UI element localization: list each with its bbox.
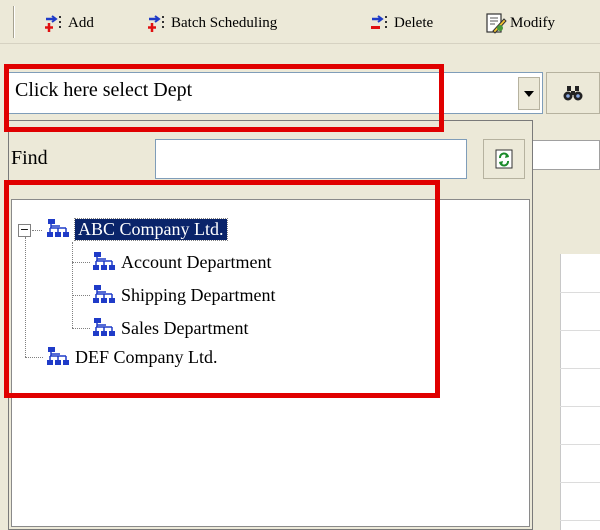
find-input[interactable] <box>155 139 467 179</box>
modify-button[interactable]: Modify <box>484 12 555 34</box>
grid-row-line <box>560 444 600 445</box>
modify-button-label: Modify <box>510 14 555 31</box>
tree-line <box>25 237 26 357</box>
tree-node-company[interactable]: ABC Company Ltd. <box>46 217 228 241</box>
dropdown-arrow-button[interactable] <box>518 77 540 110</box>
tree-node-label: Account Department <box>121 251 272 272</box>
refresh-button[interactable] <box>483 139 525 179</box>
dept-tree[interactable]: − ABC Company Ltd. Account Department Sh… <box>11 199 530 527</box>
find-label: Find <box>11 147 48 169</box>
add-button-label: Add <box>68 14 94 31</box>
tree-node-label: Sales Department <box>121 317 249 338</box>
toolbar-separator <box>13 6 15 38</box>
tree-node-company[interactable]: DEF Company Ltd. <box>46 346 218 368</box>
toolbar: Add Batch Scheduling Delete Modify <box>0 0 600 44</box>
modify-icon <box>486 13 507 34</box>
batch-scheduling-button-label: Batch Scheduling <box>171 14 278 31</box>
data-grid[interactable] <box>560 254 600 530</box>
dept-dropdown-panel: Find − ABC Company Ltd. Account Departme… <box>8 120 533 530</box>
batch-scheduling-button[interactable]: Batch Scheduling <box>147 12 277 34</box>
org-chart-icon <box>93 318 115 336</box>
tree-line <box>25 357 43 358</box>
dept-select[interactable]: Click here select Dept <box>8 72 543 114</box>
refresh-icon <box>495 149 513 169</box>
grid-row-line <box>560 482 600 483</box>
batch-scheduling-icon <box>148 15 164 32</box>
grid-row-line <box>560 520 600 521</box>
binoculars-icon <box>563 86 583 101</box>
tree-line <box>72 242 73 328</box>
dept-select-placeholder: Click here select Dept <box>15 79 193 101</box>
tree-line <box>72 262 90 263</box>
tree-node-department[interactable]: Shipping Department <box>92 284 275 306</box>
delete-icon <box>371 15 387 29</box>
tree-node-department[interactable]: Account Department <box>92 251 271 273</box>
tree-line <box>72 328 90 329</box>
grid-row-line <box>560 406 600 407</box>
delete-button[interactable]: Delete <box>370 12 433 34</box>
tree-line <box>72 295 90 296</box>
tree-node-label: DEF Company Ltd. <box>75 346 218 367</box>
tree-node-department[interactable]: Sales Department <box>92 317 248 339</box>
org-chart-icon <box>47 219 69 237</box>
add-button[interactable]: Add <box>44 12 94 34</box>
add-icon <box>45 15 61 32</box>
org-chart-icon <box>47 347 69 365</box>
grid-row-line <box>560 368 600 369</box>
collapse-toggle[interactable]: − <box>18 224 31 237</box>
tree-node-label: ABC Company Ltd. <box>74 217 228 241</box>
tree-line <box>32 230 42 231</box>
search-button[interactable] <box>546 72 600 114</box>
grid-row-line <box>560 330 600 331</box>
grid-row-line <box>560 292 600 293</box>
org-chart-icon <box>93 252 115 270</box>
grid-header-cell <box>530 140 600 170</box>
delete-button-label: Delete <box>394 14 434 31</box>
chevron-down-icon <box>524 90 534 97</box>
org-chart-icon <box>93 285 115 303</box>
tree-node-label: Shipping Department <box>121 284 276 305</box>
